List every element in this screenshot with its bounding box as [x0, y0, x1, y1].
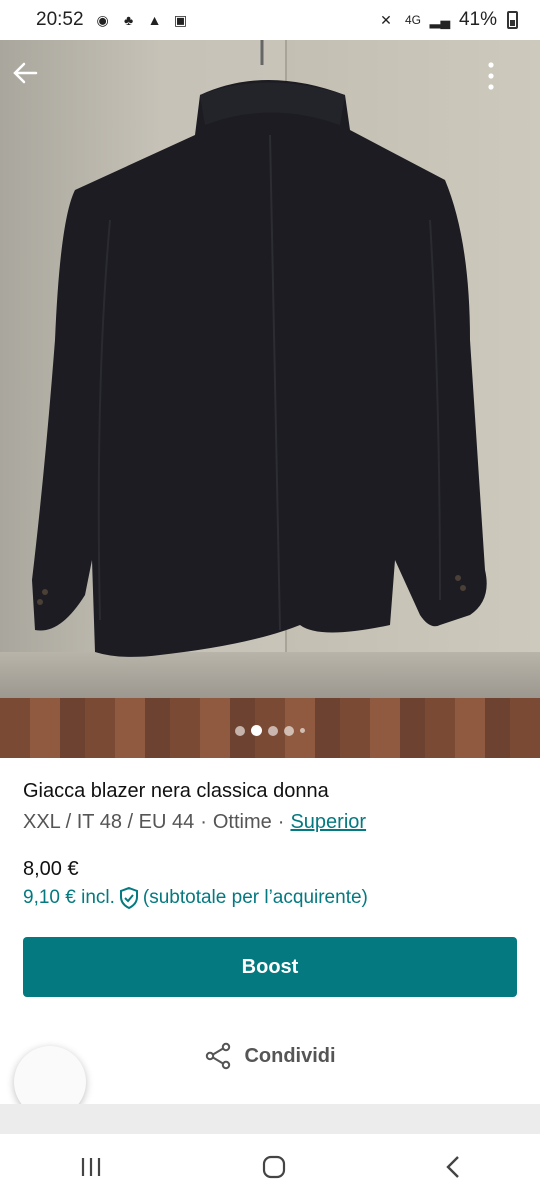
shield-check-icon [119, 887, 138, 909]
photo-pagination [0, 725, 540, 736]
system-nav-bar [0, 1134, 540, 1200]
warning-icon: ▲ [147, 12, 162, 28]
more-vert-icon[interactable] [488, 62, 528, 102]
back-arrow-icon[interactable] [12, 62, 52, 102]
app-notification-icon: ◉ [96, 11, 109, 28]
mute-icon: ✕ [380, 11, 392, 28]
status-bar: 20:52 ◉ ♣ ▲ ▣ ✕ 4G ▂▄ 41% [0, 0, 540, 40]
recents-icon[interactable] [79, 1156, 103, 1178]
listing-info: Giacca blazer nera classica donna XXL / … [23, 780, 517, 909]
page-dot[interactable] [300, 728, 305, 733]
notification-icon: ♣ [123, 12, 134, 28]
boost-button[interactable]: Boost [23, 937, 517, 997]
status-time: 20:52 [36, 9, 84, 30]
listing-meta: XXL / IT 48 / EU 44 · Ottime · Superior [23, 811, 517, 834]
blazer-image [32, 40, 487, 657]
home-icon[interactable] [261, 1154, 287, 1180]
listing-price: 8,00 € [23, 858, 79, 880]
price-incl: 9,10 € incl. [23, 887, 115, 908]
brand-link[interactable]: Superior [290, 811, 366, 834]
condition-label: Ottime [212, 811, 272, 833]
battery-percent: 41% [458, 9, 497, 30]
battery-icon [507, 11, 518, 29]
separator: · [277, 811, 285, 833]
signal-icon: ▂▄ [429, 11, 451, 28]
share-label: Condividi [244, 1044, 336, 1067]
back-icon[interactable] [445, 1155, 461, 1179]
page-dot[interactable] [235, 725, 245, 736]
product-photo[interactable] [0, 40, 540, 758]
price-incl-row[interactable]: 9,10 € incl. (subtotale per l’acquirente… [23, 887, 517, 909]
page-dot[interactable] [284, 725, 294, 736]
page-dot[interactable] [268, 725, 278, 736]
image-icon: ▣ [173, 11, 188, 28]
size-label: XXL / IT 48 / EU 44 [23, 811, 195, 833]
network-label: 4G [404, 13, 421, 27]
listing-title: Giacca blazer nera classica donna [23, 780, 329, 802]
page-dot-active[interactable] [251, 725, 262, 736]
separator: · [200, 811, 207, 833]
price-note: (subtotale per l’acquirente) [142, 887, 368, 908]
share-icon [206, 1042, 231, 1070]
